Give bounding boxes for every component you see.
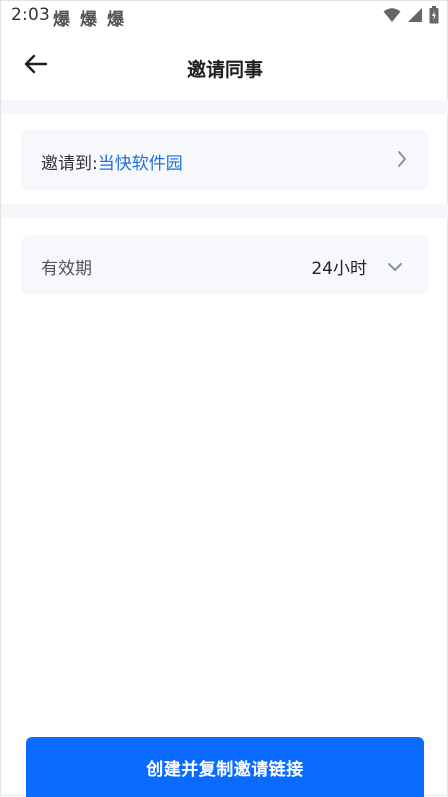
notification-icon: 爆 [107, 10, 124, 30]
chevron-right-icon [397, 150, 407, 172]
status-bar: 2:03 爆 爆 爆 [1, 1, 448, 31]
chevron-down-icon [387, 257, 403, 276]
expiry-value: 24小时 [311, 259, 367, 279]
page-title: 邀请同事 [186, 59, 263, 81]
section-divider [1, 100, 448, 114]
expiry-label: 有效期 [41, 259, 92, 279]
create-copy-invite-link-button[interactable]: 创建并复制邀请链接 [26, 737, 424, 797]
notification-icon: 爆 [80, 10, 97, 30]
notification-icon: 爆 [53, 10, 70, 30]
app-header: 邀请同事 [1, 37, 448, 95]
app-screen: 2:03 爆 爆 爆 邀请同事 邀请到:当快软件园 有效期 24小时 创建并复制… [0, 0, 448, 797]
signal-icon [407, 7, 423, 23]
expiry-selector[interactable]: 有效期 24小时 [21, 235, 429, 295]
invite-label: 邀请到:当快软件园 [41, 149, 183, 174]
status-time: 2:03 [11, 5, 50, 25]
wifi-icon [383, 7, 401, 23]
invite-prefix: 邀请到: [41, 154, 98, 174]
invite-target-name: 当快软件园 [97, 154, 183, 174]
section-divider [1, 204, 448, 218]
status-icons [383, 6, 439, 24]
battery-icon [429, 6, 439, 24]
invite-target-row[interactable]: 邀请到:当快软件园 [21, 130, 429, 190]
